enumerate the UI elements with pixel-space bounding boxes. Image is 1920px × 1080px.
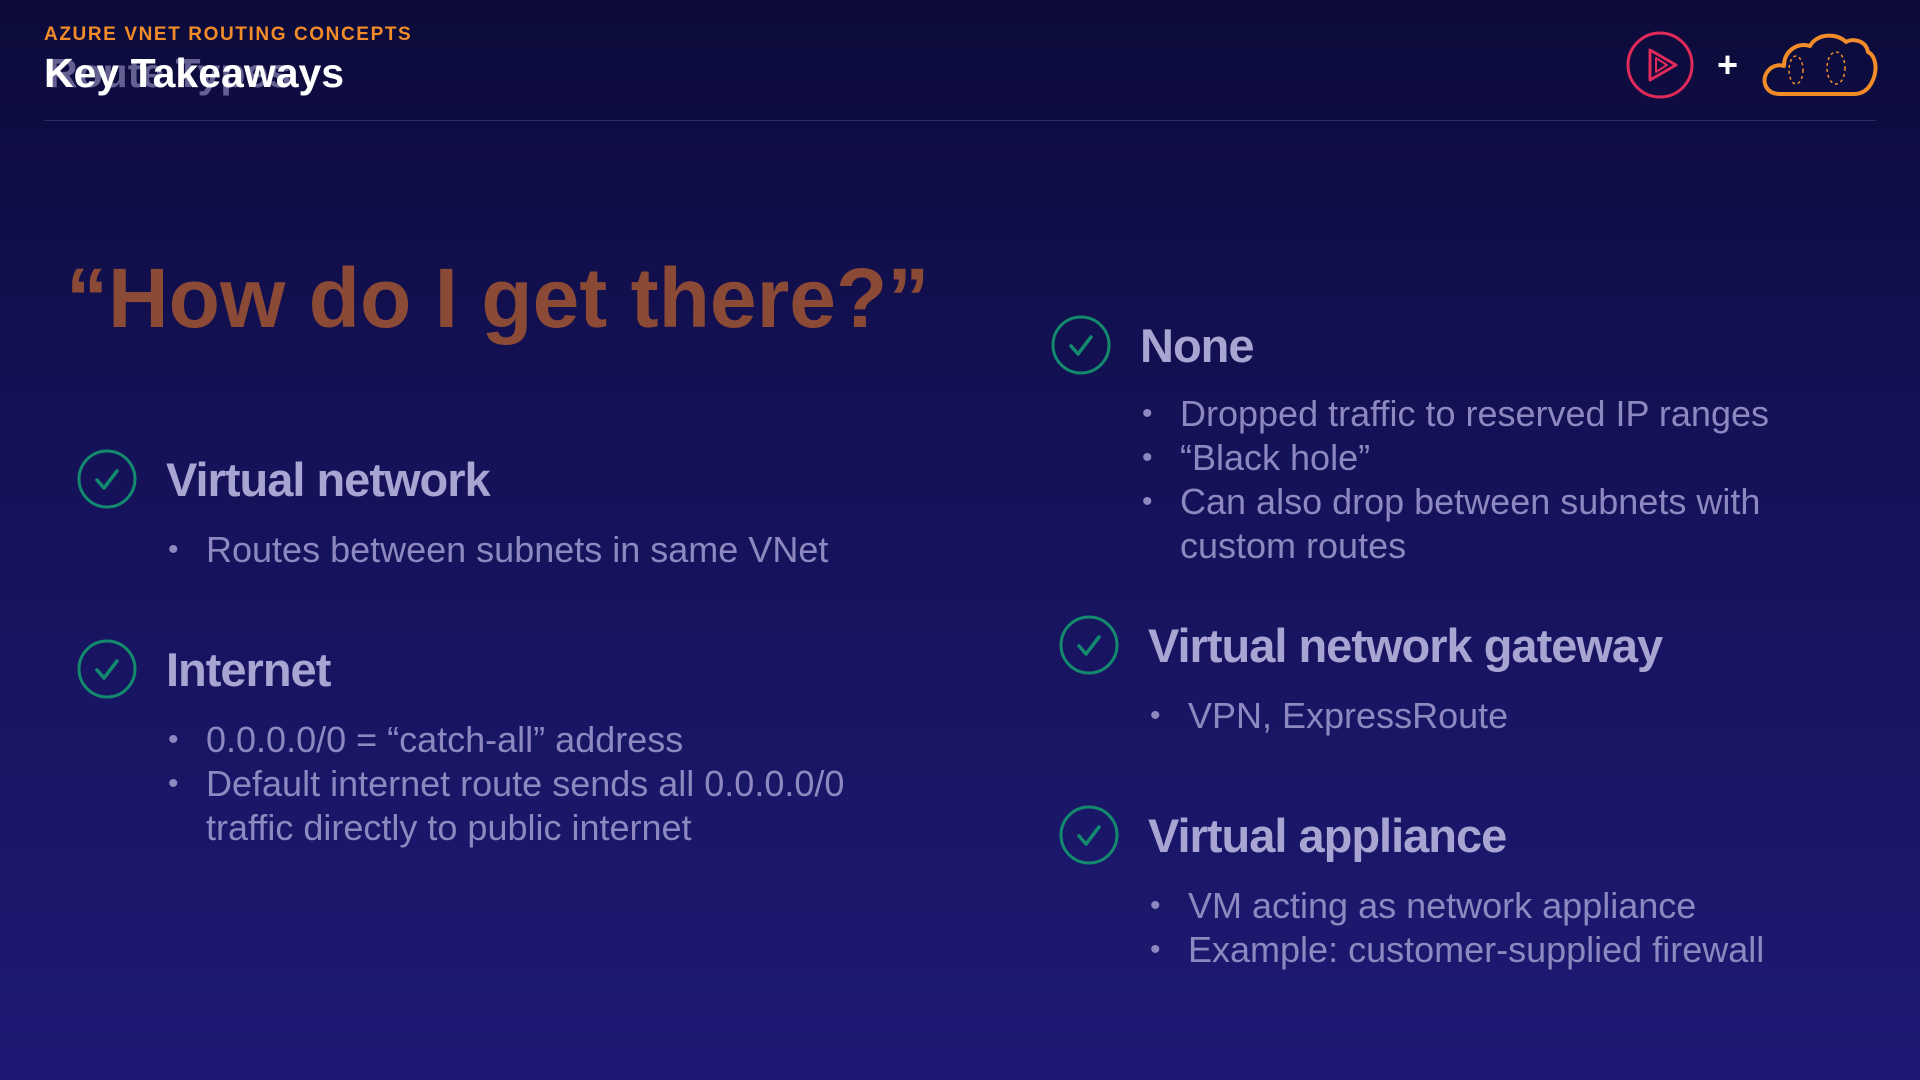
- check-circle-icon: [77, 639, 137, 699]
- route-bullets: Dropped traffic to reserved IP ranges “B…: [1142, 392, 1769, 568]
- route-virtual-network: Virtual network Routes between subnets i…: [76, 448, 828, 572]
- route-bullets: VPN, ExpressRoute: [1150, 694, 1662, 738]
- route-heading: None: [1050, 314, 1769, 376]
- bullet-item: VPN, ExpressRoute: [1150, 694, 1662, 738]
- bullet-item: 0.0.0.0/0 = “catch-all” address: [168, 718, 844, 762]
- bullet-item: custom routes: [1180, 525, 1407, 566]
- route-internet: Internet 0.0.0.0/0 = “catch-all” address…: [76, 638, 844, 850]
- slide-title: Key Takeaways: [44, 50, 345, 96]
- bullet-item: VM acting as network appliance: [1150, 884, 1764, 928]
- route-heading: Virtual network: [76, 448, 828, 510]
- plus-sign: +: [1716, 44, 1738, 85]
- brand-logos: +: [1625, 30, 1878, 100]
- route-name: None: [1140, 318, 1254, 372]
- route-name: Virtual network: [166, 452, 491, 506]
- slide-header: AZURE VNET ROUTING CONCEPTS Route Types …: [44, 24, 412, 102]
- route-virtual-network-gateway: Virtual network gateway VPN, ExpressRout…: [1058, 614, 1663, 738]
- route-heading: Internet: [76, 638, 844, 700]
- route-name: Virtual appliance: [1148, 808, 1507, 862]
- route-heading: Virtual appliance: [1058, 804, 1764, 866]
- bullet-item: “Black hole”: [1142, 436, 1769, 480]
- bullet-item: Routes between subnets in same VNet: [168, 528, 828, 572]
- cloud-logo-icon: [1762, 33, 1878, 96]
- bullet-item: Dropped traffic to reserved IP ranges: [1142, 392, 1769, 436]
- route-virtual-appliance: Virtual appliance VM acting as network a…: [1058, 804, 1764, 972]
- check-circle-icon: [1059, 615, 1119, 675]
- bullet-item: Default internet route sends all 0.0.0.0…: [168, 762, 844, 806]
- check-circle-icon: [77, 449, 137, 509]
- route-name: Virtual network gateway: [1148, 618, 1663, 672]
- route-bullets: Routes between subnets in same VNet: [168, 528, 828, 572]
- route-heading: Virtual network gateway: [1058, 614, 1663, 676]
- bullet-item: traffic directly to public internet: [206, 807, 692, 848]
- route-none: None Dropped traffic to reserved IP rang…: [1050, 314, 1769, 568]
- route-bullets: VM acting as network appliance Example: …: [1150, 884, 1764, 972]
- play-logo-icon: [1626, 31, 1694, 99]
- route-name: Internet: [166, 642, 331, 696]
- route-bullets: 0.0.0.0/0 = “catch-all” address Default …: [168, 718, 844, 850]
- title-wrap: Route Types Key Takeaways: [44, 50, 412, 102]
- section-eyebrow: AZURE VNET ROUTING CONCEPTS: [44, 24, 413, 45]
- bullet-item: Can also drop between subnets with: [1142, 480, 1769, 524]
- header-divider: [44, 120, 1876, 121]
- check-circle-icon: [1059, 805, 1119, 865]
- headline-question: “How do I get there?”: [66, 251, 930, 345]
- bullet-item: Example: customer-supplied firewall: [1150, 928, 1764, 972]
- check-circle-icon: [1051, 315, 1111, 375]
